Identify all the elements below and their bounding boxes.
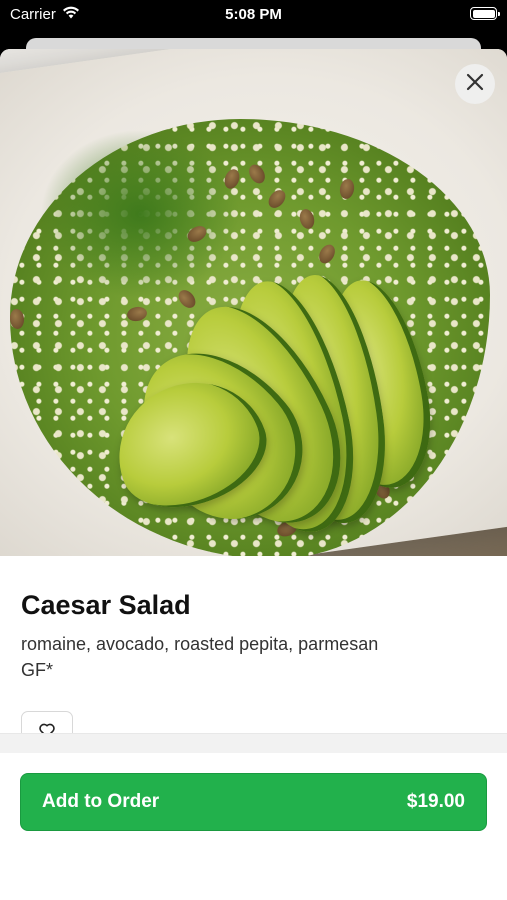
status-time: 5:08 PM (225, 6, 282, 23)
item-photo (0, 49, 507, 556)
section-divider (0, 733, 507, 753)
item-title: Caesar Salad (21, 590, 191, 620)
price-label: $19.00 (406, 791, 465, 812)
close-button[interactable] (455, 64, 495, 104)
close-icon (466, 73, 484, 96)
item-ingredients: romaine, avocado, roasted pepita, parmes… (21, 634, 379, 654)
greens (40, 129, 240, 299)
add-to-order-label: Add to Order (42, 791, 160, 812)
add-to-order-button[interactable]: Add to Order $19.00 (20, 773, 487, 831)
item-details: Caesar Salad romaine, avocado, roasted p… (0, 556, 507, 753)
item-description: romaine, avocado, roasted pepita, parmes… (21, 631, 486, 683)
dietary-tag: GF* (21, 660, 54, 680)
battery-icon (470, 7, 500, 20)
status-bar: Carrier 5:08 PM (0, 0, 507, 30)
status-right (470, 7, 500, 20)
